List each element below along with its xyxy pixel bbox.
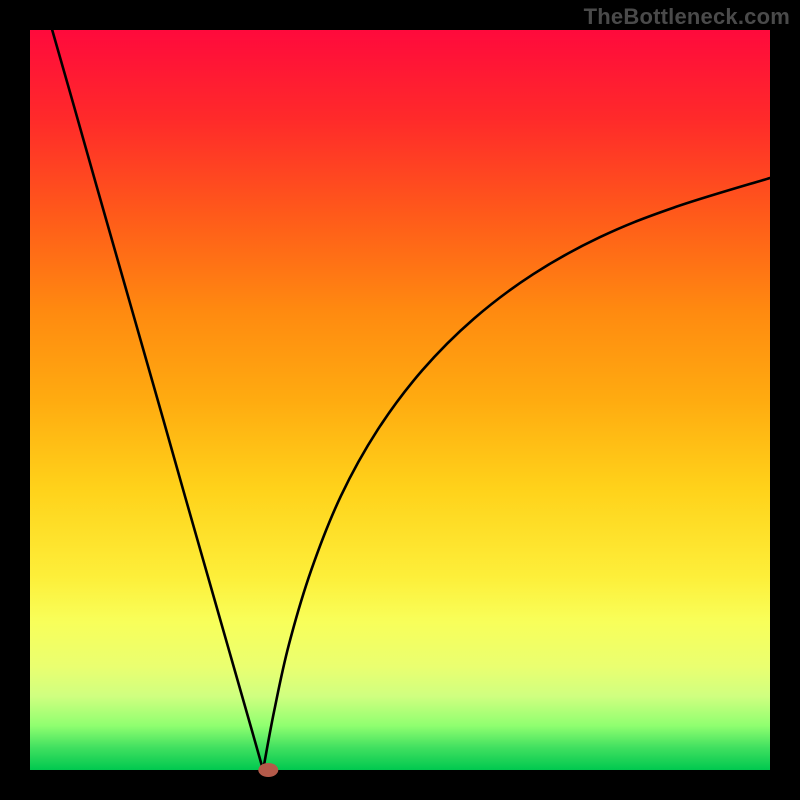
curve-svg (30, 30, 770, 770)
plot-area (30, 30, 770, 770)
left-branch-path (52, 30, 263, 770)
chart-frame: TheBottleneck.com (0, 0, 800, 800)
marker-dot (258, 763, 278, 777)
watermark-text: TheBottleneck.com (584, 4, 790, 30)
right-branch-path (263, 178, 770, 770)
